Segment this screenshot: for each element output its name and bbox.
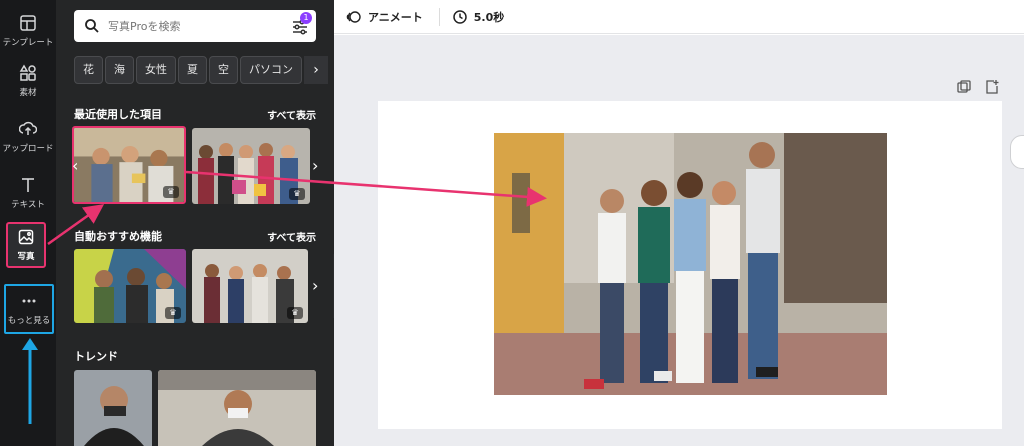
sidebar-item-more[interactable]: もっと見る xyxy=(4,284,54,334)
clock-icon xyxy=(453,9,467,24)
recent-photo-1[interactable]: ♛ xyxy=(72,126,186,204)
duplicate-page-button[interactable] xyxy=(956,79,972,95)
add-page-button[interactable] xyxy=(984,79,1000,95)
keyword-chips: 花海女性夏空パソコン背 xyxy=(74,56,324,84)
duplicate-icon xyxy=(957,80,971,93)
trend-section-title: トレンド xyxy=(74,350,118,363)
recent-section-title: 最近使用した項目 xyxy=(74,108,162,121)
sidebar-item-templates[interactable]: テンプレート xyxy=(0,6,56,56)
sidebar-item-label: テンプレート xyxy=(2,38,54,48)
canvas-area xyxy=(334,35,1024,446)
friends-street-photo xyxy=(494,133,887,395)
filter-count-badge: 1 xyxy=(300,12,312,24)
photo-thumbnail xyxy=(158,370,316,446)
filter-button[interactable]: 1 xyxy=(290,12,312,36)
carousel-next-arrow[interactable]: › xyxy=(312,276,318,295)
photo-icon xyxy=(18,229,34,245)
carousel-prev-arrow[interactable]: ‹ xyxy=(72,156,78,175)
add-page-icon xyxy=(986,80,999,94)
animate-label: アニメート xyxy=(368,10,423,24)
animate-icon xyxy=(346,10,361,23)
sidebar-item-label: 写真 xyxy=(17,252,35,262)
side-rail: テンプレート 素材 アップロード テキスト 写真 もっと見る xyxy=(0,0,56,446)
search-input[interactable] xyxy=(108,19,278,33)
search-box[interactable]: 1 xyxy=(74,10,316,42)
search-icon xyxy=(85,19,99,33)
editor-app: テンプレート 素材 アップロード テキスト 写真 もっと見る 写真Proを検索 … xyxy=(0,0,1024,446)
chip[interactable]: 海 xyxy=(105,56,134,84)
chip[interactable]: 花 xyxy=(74,56,103,84)
chip[interactable]: パソコン xyxy=(240,56,302,84)
recent-photo-2[interactable]: ♛ xyxy=(192,128,310,204)
template-icon xyxy=(20,15,36,31)
placed-photo[interactable] xyxy=(494,133,887,395)
duration-label: 5.0秒 xyxy=(473,10,505,24)
trend-photo-2[interactable] xyxy=(158,370,316,446)
duration-button[interactable]: 5.0秒 xyxy=(452,9,505,25)
premium-crown-icon: ♛ xyxy=(165,307,181,319)
sidebar-item-uploads[interactable]: アップロード xyxy=(0,112,56,162)
sidebar-item-label: テキスト xyxy=(11,200,45,210)
elements-icon xyxy=(19,64,36,81)
text-icon xyxy=(22,178,34,192)
more-icon xyxy=(22,299,36,303)
sidebar-item-label: もっと見る xyxy=(7,316,51,326)
recent-see-all-link[interactable]: すべて表示 xyxy=(267,107,316,122)
premium-crown-icon: ♛ xyxy=(289,188,305,200)
upload-icon xyxy=(19,121,37,135)
sidebar-item-label: アップロード xyxy=(2,144,54,154)
premium-crown-icon: ♛ xyxy=(163,186,179,198)
chip[interactable]: 女性 xyxy=(136,56,176,84)
recommended-photo-1[interactable]: ♛ xyxy=(74,249,186,323)
canvas-side-tab[interactable] xyxy=(1010,135,1024,169)
sidebar-item-label: 素材 xyxy=(19,88,37,98)
chip[interactable]: 空 xyxy=(209,56,238,84)
recommended-section-title: 自動おすすめ機能 xyxy=(74,230,162,243)
recommended-photo-2[interactable]: ♛ xyxy=(192,249,308,323)
chip[interactable]: 夏 xyxy=(178,56,207,84)
sidebar-item-elements[interactable]: 素材 xyxy=(0,56,56,106)
chips-next-button[interactable]: › xyxy=(304,56,328,84)
trend-photo-1[interactable] xyxy=(74,370,152,446)
premium-crown-icon: ♛ xyxy=(287,307,303,319)
photo-thumbnail xyxy=(74,370,152,446)
sidebar-item-text[interactable]: テキスト xyxy=(0,168,56,218)
toolbar-divider xyxy=(438,7,440,26)
sidebar-item-photos[interactable]: 写真 xyxy=(6,222,46,268)
editor-toolbar: アニメート 5.0秒 xyxy=(334,0,1024,34)
animate-button[interactable]: アニメート xyxy=(346,9,423,25)
recommended-see-all-link[interactable]: すべて表示 xyxy=(267,229,316,244)
design-page[interactable] xyxy=(378,101,1002,429)
photos-panel: 1 花海女性夏空パソコン背 › 最近使用した項目 すべて表示 ♛ ‹ xyxy=(56,0,334,446)
carousel-next-arrow[interactable]: › xyxy=(312,156,318,175)
